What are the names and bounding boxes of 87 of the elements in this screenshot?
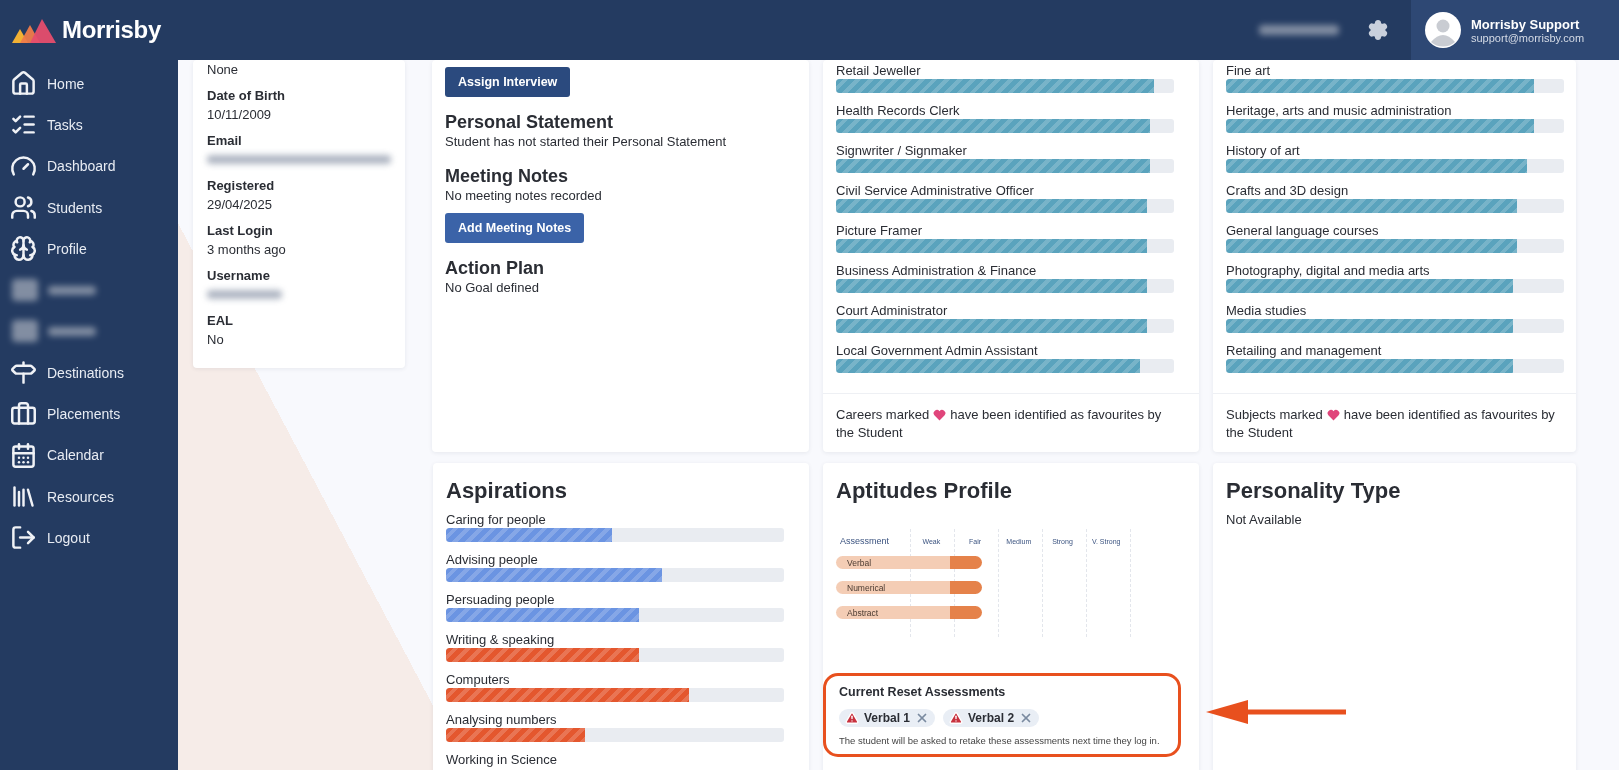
section-text: Student has not started their Personal Statement	[445, 133, 728, 151]
bar-label: Writing & speaking	[446, 631, 556, 648]
bar-label: Retail Jeweller	[836, 62, 922, 79]
heart-icon	[1326, 409, 1340, 421]
logo-text: Morrisby	[62, 16, 161, 44]
aptitude-label: Abstract	[846, 607, 879, 618]
section-text: Not Available	[1226, 511, 1303, 529]
field-label: Username	[207, 267, 271, 285]
people-icon	[10, 194, 37, 222]
user-email: support@morrisby.com	[1471, 31, 1585, 44]
briefcase-icon	[10, 400, 37, 428]
nav-link[interactable]: Dashboard	[0, 145, 178, 187]
nav-link[interactable]: Placements	[0, 393, 178, 435]
nav-link[interactable]: Logout	[0, 517, 178, 559]
arrow-icon	[1206, 700, 1348, 724]
bar-label: Heritage, arts and music administration	[1226, 102, 1453, 119]
aptitude-label: Verbal	[846, 557, 872, 568]
nav-link[interactable]: Students	[0, 186, 178, 229]
field-value: 10/11/2009	[207, 106, 273, 124]
field-value: No	[207, 331, 225, 349]
bar-label: Photography, digital and media arts	[1226, 262, 1431, 279]
user-name: Morrisby Support	[1471, 16, 1581, 32]
footnote-text: have been identified as favourites by	[1343, 406, 1555, 424]
bar-label: Persuading people	[446, 591, 556, 608]
home-icon	[10, 70, 37, 98]
field-value: None	[207, 61, 240, 79]
nav-link[interactable]: Calendar	[0, 434, 178, 476]
heart-icon	[933, 409, 947, 421]
footnote-text: Careers marked	[836, 406, 930, 424]
bar-label: Signwriter / Signmaker	[836, 142, 968, 159]
add-notes-button[interactable]: Add Meeting Notes	[445, 213, 585, 243]
footnote-text: Subjects marked	[1226, 406, 1323, 424]
field-value: 3 months ago	[207, 241, 287, 259]
bar-label: Media studies	[1226, 302, 1308, 319]
assign-interview-button[interactable]: Assign Interview	[445, 67, 571, 97]
nav-link[interactable]: Tasks	[0, 104, 178, 146]
reset-title: Current Reset Assessments	[839, 685, 1007, 699]
bar-label: Picture Framer	[836, 222, 923, 239]
bar-label: Retailing and management	[1226, 342, 1383, 359]
warning-icon	[949, 711, 964, 725]
nav-link[interactable]: Destinations	[0, 352, 178, 394]
card-title: Aspirations	[446, 477, 569, 505]
field-label: Date of Birth	[207, 87, 286, 105]
nav-link[interactable]: Home	[0, 63, 178, 105]
section-title: Meeting Notes	[445, 165, 569, 187]
chip-label: Verbal 2	[968, 711, 1015, 725]
chip-label: Verbal 1	[864, 711, 911, 725]
chart-header: Assessment	[839, 536, 891, 546]
bar-label: Civil Service Administrative Officer	[836, 182, 1035, 199]
bar-label: Working in Science	[446, 751, 559, 768]
bar-label: Court Administrator	[836, 302, 949, 319]
section-title: Action Plan	[445, 257, 545, 279]
warning-icon	[845, 711, 859, 725]
section-text: No Goal defined	[445, 279, 540, 297]
reset-note: The student will be asked to retake these assessments next time they log in.	[839, 734, 1161, 748]
calendar-icon	[10, 441, 37, 469]
bar-label: Business Administration & Finance	[836, 262, 1038, 279]
field-label: Email	[207, 132, 243, 150]
bar-label: Analysing numbers	[446, 711, 558, 728]
bar-label: Local Government Admin Assistant	[836, 342, 1039, 359]
logo-icon	[12, 17, 56, 43]
bar-label: Advising people	[446, 551, 539, 568]
avatar-icon	[1425, 12, 1461, 48]
card-title: Personality Type	[1226, 477, 1402, 505]
bar-label: Computers	[446, 671, 511, 688]
bar-label: History of art	[1226, 142, 1301, 159]
bar-label: Crafts and 3D design	[1226, 182, 1350, 199]
aptitude-label: Numerical	[846, 582, 886, 593]
field-label: Last Login	[207, 222, 274, 240]
footnote-text: the Student	[1226, 424, 1293, 442]
field-label: Registered	[207, 177, 276, 195]
bar-label: Health Records Clerk	[836, 102, 961, 119]
card-title: Aptitudes Profile	[836, 477, 1013, 505]
bar-label: General language courses	[1226, 222, 1380, 239]
field-label: EAL	[207, 312, 234, 330]
nav-link[interactable]: Resources	[0, 475, 178, 518]
footnote-text: have been identified as favourites by	[950, 406, 1162, 424]
field-value: 29/04/2025	[207, 196, 274, 214]
bar-label: Fine art	[1226, 62, 1272, 79]
bar-label: Caring for people	[446, 511, 547, 528]
settings-icon[interactable]	[1367, 19, 1389, 41]
section-text: No meeting notes recorded	[445, 187, 603, 205]
footnote-text: the Student	[836, 424, 903, 442]
nav-link[interactable]: Profile	[0, 228, 178, 270]
logout-icon	[10, 524, 37, 552]
signpost-icon	[10, 359, 37, 387]
section-title: Personal Statement	[445, 111, 615, 133]
